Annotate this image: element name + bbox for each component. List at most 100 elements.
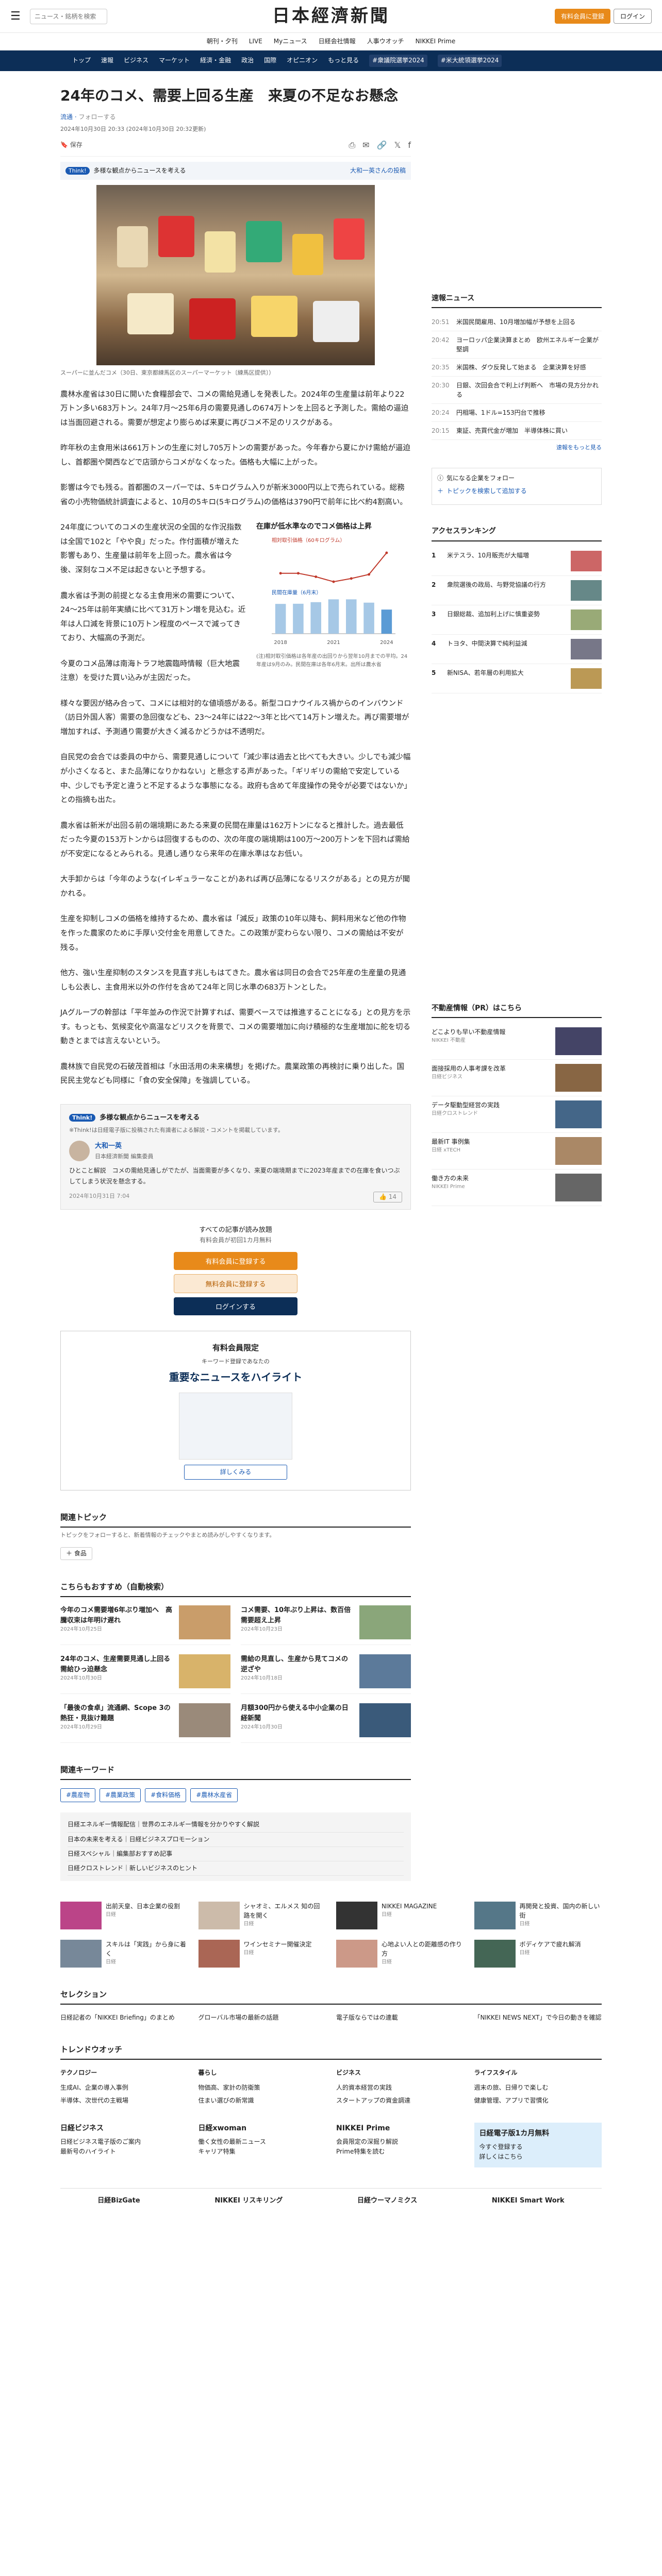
trend-link[interactable]: 半導体、次世代の主戦場 bbox=[60, 2094, 188, 2107]
selection-item[interactable]: 電子版ならではの連載 bbox=[336, 2013, 464, 2023]
trend-link[interactable]: スタートアップの資金調達 bbox=[336, 2094, 464, 2107]
pr-item[interactable]: 面接採用の人事考課を改革 日経ビジネス bbox=[432, 1060, 602, 1097]
promo-card[interactable]: 再開発と投資、国内の新しい街 日経 bbox=[474, 1902, 602, 1930]
nav-item[interactable]: 速報 bbox=[101, 56, 113, 65]
x-icon[interactable]: 𝕏 bbox=[394, 139, 401, 152]
promo-card[interactable]: シャオミ、エルメス 知の回路を開く 日経 bbox=[198, 1902, 326, 1930]
recommend-item[interactable]: 需給の見直し、生産から見てコメの逆ざや 2024年10月18日 bbox=[241, 1654, 411, 1694]
service-link[interactable]: キャリア特集 bbox=[198, 2147, 326, 2157]
ranking-item[interactable]: 5 新NISA、若年層の利用拡大 bbox=[432, 664, 602, 693]
nav-tag[interactable]: #衆議院選挙2024 bbox=[369, 55, 427, 67]
strip-link[interactable]: NIKKEI Smart Work bbox=[492, 2196, 565, 2207]
follow-button[interactable]: フォローする bbox=[78, 113, 115, 121]
link-icon[interactable]: 🔗 bbox=[377, 139, 387, 152]
promo-card[interactable]: ボディケアで疲れ解消 日経 bbox=[474, 1940, 602, 1968]
nav-item[interactable]: もっと見る bbox=[328, 56, 359, 65]
ad-link[interactable]: 日経クロストレンド｜新しいビジネスのヒント bbox=[68, 1861, 404, 1876]
paid-signup-button[interactable]: 有料会員に登録する bbox=[174, 1251, 297, 1270]
service-link[interactable]: 働く女性の最新ニュース bbox=[198, 2137, 326, 2147]
trend-link[interactable]: 人的資本経営の実践 bbox=[336, 2081, 464, 2094]
service-heading[interactable]: 日経ビジネス bbox=[60, 2123, 188, 2134]
trend-link[interactable]: 生成AI、企業の導入事例 bbox=[60, 2081, 188, 2094]
nav-tag[interactable]: #米大統領選挙2024 bbox=[437, 55, 502, 67]
think-link[interactable]: 大和一英さんの投稿 bbox=[350, 166, 406, 176]
nav-item[interactable]: トップ bbox=[72, 56, 91, 65]
flash-item[interactable]: 20:30 日銀、次回会合で利上げ判断へ 市場の見方分かれる bbox=[432, 377, 602, 404]
selection-item[interactable]: グローバル市場の最新の話題 bbox=[198, 2013, 326, 2023]
ranking-item[interactable]: 1 米テスラ、10月販売が大幅増 bbox=[432, 547, 602, 576]
nav-item[interactable]: ビジネス bbox=[124, 56, 148, 65]
nav-item[interactable]: マーケット bbox=[159, 56, 190, 65]
pr-item[interactable]: データ駆動型経営の実践 日経クロストレンド bbox=[432, 1096, 602, 1133]
selection-item[interactable]: 日経記者の「NIKKEI Briefing」のまとめ bbox=[60, 2013, 188, 2023]
keyword-tag[interactable]: #食料価格 bbox=[145, 1788, 187, 1803]
pr-item[interactable]: 働き方の未来 NIKKEI Prime bbox=[432, 1170, 602, 1207]
ad-link[interactable]: 日経エネルギー情報配信｜世界のエネルギー情報を分かりやすく解説 bbox=[68, 1818, 404, 1833]
service-heading[interactable]: 日経電子版1カ月無料 bbox=[479, 2128, 597, 2139]
ad-link[interactable]: 日経スペシャル｜編集部おすすめ記事 bbox=[68, 1847, 404, 1861]
recommend-item[interactable]: 24年のコメ、生産需要見通し上回る 需給ひっ迫懸念 2024年10月30日 bbox=[60, 1654, 230, 1694]
pr-item[interactable]: どこよりも早い不動産情報 NIKKEI 不動産 bbox=[432, 1023, 602, 1060]
ranking-item[interactable]: 4 トヨタ、中間決算で純利益減 bbox=[432, 635, 602, 664]
subnav-item[interactable]: 朝刊・夕刊 bbox=[207, 37, 238, 46]
highlight-more-link[interactable]: 詳しくみる bbox=[184, 1465, 287, 1480]
save-button[interactable]: 🔖 保存 bbox=[60, 140, 82, 150]
flash-item[interactable]: 20:51 米国民間雇用、10月増加幅が予想を上回る bbox=[432, 313, 602, 332]
trend-link[interactable]: 週末の旅、日帰りで楽しむ bbox=[474, 2081, 602, 2094]
selection-item[interactable]: 「NIKKEI NEWS NEXT」で今日の動きを確認 bbox=[474, 2013, 602, 2023]
recommend-item[interactable]: 「最後の食卓」流通網、Scope 3の熱狂・見抜け難題 2024年10月29日 bbox=[60, 1703, 230, 1743]
keyword-tag[interactable]: #農業政策 bbox=[100, 1788, 141, 1803]
recommend-item[interactable]: 月額300円から使える中小企業の日経新聞 2024年10月30日 bbox=[241, 1703, 411, 1743]
subnav-item[interactable]: 人事ウオッチ bbox=[367, 37, 404, 46]
recommend-item[interactable]: コメ需要、10年ぶり上昇は、数百倍需要超え上昇 2024年10月23日 bbox=[241, 1605, 411, 1646]
nav-item[interactable]: 経済・金融 bbox=[200, 56, 231, 65]
like-button[interactable]: 👍 14 bbox=[373, 1192, 402, 1203]
service-heading[interactable]: NIKKEI Prime bbox=[336, 2123, 464, 2134]
related-topic[interactable]: ＋ 食品 bbox=[60, 1547, 92, 1561]
subnav-item[interactable]: 日経会社情報 bbox=[319, 37, 356, 46]
service-link[interactable]: 詳しくはこちら bbox=[479, 2152, 597, 2162]
keyword-tag[interactable]: #農林水産省 bbox=[190, 1788, 238, 1803]
follow-search-link[interactable]: ＋トピックを検索して追加する bbox=[437, 486, 596, 496]
flash-item[interactable]: 20:35 米国株、ダウ反発して始まる 企業決算を好感 bbox=[432, 359, 602, 377]
subnav-item[interactable]: Myニュース bbox=[274, 37, 307, 46]
service-link[interactable]: Prime特集を読む bbox=[336, 2147, 464, 2157]
promo-card[interactable]: 心地よい人との距離感の作り方 日経 bbox=[336, 1940, 464, 1968]
flash-item[interactable]: 20:42 ヨーロッパ企業決算まとめ 欧州エネルギー企業が堅調 bbox=[432, 331, 602, 359]
ranking-item[interactable]: 2 衆院選後の政局、与野党協議の行方 bbox=[432, 576, 602, 605]
facebook-icon[interactable]: f bbox=[408, 139, 411, 152]
strip-link[interactable]: NIKKEI リスキリング bbox=[214, 2196, 283, 2207]
flash-item[interactable]: 20:24 円相場、1ドル=153円台で推移 bbox=[432, 404, 602, 422]
nav-item[interactable]: オピニオン bbox=[287, 56, 318, 65]
print-icon[interactable]: ⎙ bbox=[349, 139, 355, 152]
flash-item[interactable]: 20:15 東証、売買代金が増加 半導体株に買い bbox=[432, 422, 602, 440]
free-signup-button[interactable]: 無料会員に登録する bbox=[174, 1274, 297, 1293]
promo-card[interactable]: スキルは「実践」から身に着く 日経 bbox=[60, 1940, 188, 1968]
strip-link[interactable]: 日経ウーマノミクス bbox=[357, 2196, 417, 2207]
flash-more-link[interactable]: 速報をもっと見る bbox=[432, 443, 602, 452]
nav-item[interactable]: 政治 bbox=[241, 56, 254, 65]
service-link[interactable]: 会員限定の深掘り解説 bbox=[336, 2137, 464, 2147]
service-link[interactable]: 日経ビジネス電子版のご案内 bbox=[60, 2137, 188, 2147]
pr-item[interactable]: 最新IT 事例集 日経 xTECH bbox=[432, 1133, 602, 1170]
promo-card[interactable]: NIKKEI MAGAZINE 日経 bbox=[336, 1902, 464, 1930]
section-link[interactable]: 流通 bbox=[60, 113, 73, 121]
strip-link[interactable]: 日経BizGate bbox=[97, 2196, 140, 2207]
service-link[interactable]: 最新号のハイライト bbox=[60, 2147, 188, 2157]
promo-card[interactable]: 出前天皇、日本企業の役割 日経 bbox=[60, 1902, 188, 1930]
subnav-item[interactable]: LIVE bbox=[249, 37, 262, 46]
ad-link[interactable]: 日本の未来を考える｜日経ビジネスプロモーション bbox=[68, 1833, 404, 1847]
commenter-name[interactable]: 大和一英 bbox=[95, 1141, 154, 1152]
login-button[interactable]: ログイン bbox=[613, 9, 652, 24]
keyword-tag[interactable]: #農産物 bbox=[60, 1788, 96, 1803]
paywall-login-button[interactable]: ログインする bbox=[174, 1297, 297, 1315]
promo-card[interactable]: ワインセミナー開催決定 日経 bbox=[198, 1940, 326, 1968]
search-input[interactable] bbox=[30, 8, 107, 24]
mail-icon[interactable]: ✉ bbox=[362, 139, 369, 152]
commenter[interactable]: 大和一英 日本経済新聞 編集委員 bbox=[69, 1141, 402, 1162]
trend-link[interactable]: 健康管理、アプリで習慣化 bbox=[474, 2094, 602, 2107]
menu-icon[interactable]: ☰ bbox=[10, 7, 26, 25]
signup-button[interactable]: 有料会員に登録 bbox=[554, 9, 610, 24]
trend-link[interactable]: 住まい選びの新常識 bbox=[198, 2094, 326, 2107]
site-logo[interactable]: 日本經濟新聞 bbox=[107, 2, 555, 30]
